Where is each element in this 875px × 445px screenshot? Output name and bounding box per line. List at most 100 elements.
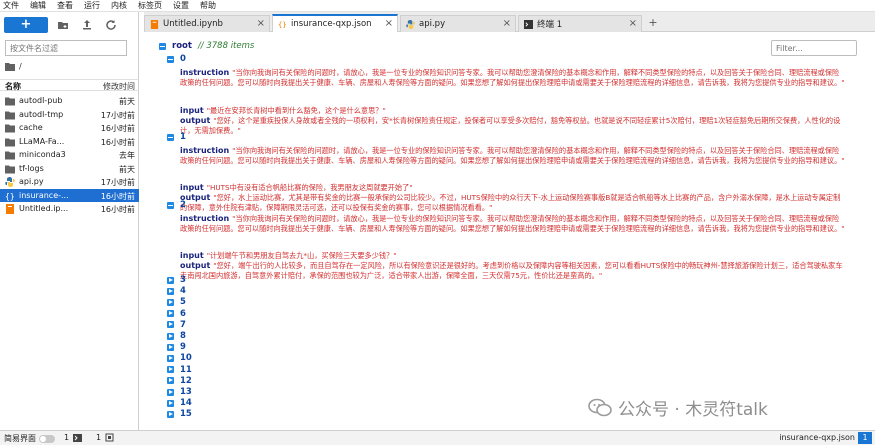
expand-toggle-icon[interactable]	[167, 343, 174, 351]
file-name: autodl-pub	[19, 96, 63, 105]
tab-document[interactable]: {} insurance-qxp.json ×	[272, 14, 398, 32]
file-name: api.py	[19, 177, 44, 186]
json-array-item[interactable]: 15	[167, 409, 192, 419]
file-list-item[interactable]: miniconda3 去年	[0, 148, 139, 162]
expand-toggle-icon[interactable]	[167, 332, 174, 340]
json-array-item[interactable]: 13	[167, 387, 192, 397]
new-launcher-button[interactable]: +	[4, 17, 48, 33]
json-root-node[interactable]: root // 3788 items	[159, 41, 254, 51]
tab-label: insurance-qxp.json	[291, 19, 372, 29]
tab-document[interactable]: api.py ×	[400, 15, 516, 32]
json-array-item[interactable]: 3	[167, 275, 186, 285]
status-file-name: insurance-qxp.json	[779, 433, 855, 442]
close-tab-icon[interactable]: ×	[385, 18, 393, 29]
kernel-count[interactable]: 1	[96, 433, 114, 442]
file-list-item[interactable]: cache 16小时前	[0, 121, 139, 135]
json-array-item[interactable]: 5	[167, 297, 186, 307]
menu-item[interactable]: 文件	[3, 0, 19, 12]
tab-document[interactable]: 终端 1 ×	[518, 15, 642, 32]
field-value: "计划端午节和男朋友自驾去九*山，买保险三天要多少钱？"	[206, 251, 397, 260]
expand-toggle-icon[interactable]	[167, 133, 174, 141]
json-field-output[interactable]: output "您好，水上运动比赛，尤其是带有奖金的比赛一般承保的公司比较少。不过…	[180, 193, 845, 213]
simple-mode-toggle[interactable]: 简易界面	[4, 433, 55, 444]
json-field-instruction[interactable]: instruction "当你向我询问有关保险的问题时，请放心，我是一位专业的保险…	[180, 214, 845, 234]
expand-toggle-icon[interactable]	[167, 201, 174, 209]
expand-toggle-icon[interactable]	[167, 399, 174, 407]
json-field-input[interactable]: input "最近在安邦长青树中看到什么豁免，这个是什么意思？"	[180, 106, 845, 116]
field-key: instruction	[180, 68, 230, 77]
field-key: input	[180, 106, 204, 115]
refresh-icon[interactable]	[104, 18, 118, 32]
menu-item[interactable]: 内核	[111, 0, 127, 12]
expand-toggle-icon[interactable]	[167, 321, 174, 329]
json-field-output[interactable]: output "您好，这个是重疾投保人身故或者全残的一项权利，安*长青树保险责任规…	[180, 116, 845, 136]
toggle-switch[interactable]	[39, 434, 55, 443]
menu-item[interactable]: 查看	[57, 0, 73, 12]
file-list-item[interactable]: autodl-pub 前天	[0, 94, 139, 108]
close-tab-icon[interactable]: ×	[257, 18, 265, 29]
menu-item[interactable]: 标签页	[138, 0, 162, 12]
array-index: 12	[180, 375, 192, 386]
json-filter-input[interactable]	[771, 40, 857, 56]
breadcrumb-root[interactable]: /	[19, 62, 22, 71]
file-list-item[interactable]: autodl-tmp 17小时前	[0, 108, 139, 122]
expand-toggle-icon[interactable]	[167, 298, 174, 306]
field-value: "当你向我询问有关保险的问题时，请放心，我是一位专业的保险知识问答专家。我可以帮…	[180, 214, 845, 233]
json-array-item[interactable]: 7	[167, 320, 186, 330]
expand-toggle-icon[interactable]	[167, 354, 174, 362]
new-folder-icon[interactable]	[56, 18, 70, 32]
file-list-item[interactable]: tf-logs 前天	[0, 162, 139, 176]
file-list-item[interactable]: {} insurance-... 16小时前	[0, 188, 139, 202]
add-tab-button[interactable]: +	[647, 17, 659, 29]
expand-toggle-icon[interactable]	[167, 287, 174, 295]
expand-toggle-icon[interactable]	[167, 377, 174, 385]
close-tab-icon[interactable]: ×	[629, 18, 637, 29]
json-field-instruction[interactable]: instruction "当你向我询问有关保险的问题时，请放心，我是一位专业的保险…	[180, 68, 845, 88]
json-array-item[interactable]: 4	[167, 286, 186, 296]
json-field-instruction[interactable]: instruction "当你向我询问有关保险的问题时，请放心，我是一位专业的保险…	[180, 146, 845, 166]
column-modified-header[interactable]: 修改时间	[103, 81, 135, 92]
json-array-item[interactable]: 2	[167, 200, 186, 210]
expand-toggle-icon[interactable]	[167, 388, 174, 396]
folder-icon[interactable]	[5, 62, 15, 71]
file-list-item[interactable]: LLaMA-Fa... 16小时前	[0, 135, 139, 149]
menu-item[interactable]: 帮助	[200, 0, 216, 12]
expand-toggle-icon[interactable]	[167, 366, 174, 374]
json-viewer: root // 3788 items 0instruction"当你向我询问有关…	[144, 33, 864, 430]
json-field-input[interactable]: input "计划端午节和男朋友自驾去九*山，买保险三天要多少钱？"	[180, 251, 845, 261]
tab-document[interactable]: Untitled.ipynb ×	[144, 15, 270, 32]
column-name-header[interactable]: 名称	[5, 81, 21, 92]
expand-toggle-icon[interactable]	[167, 410, 174, 418]
json-array-item[interactable]: 10	[167, 353, 192, 363]
json-array-item[interactable]: 12	[167, 376, 192, 386]
json-array-item[interactable]: 14	[167, 398, 192, 408]
json-field-output[interactable]: output "您好，端午出行的人比较多，而且自驾存在一定风险，所以有保险意识还是…	[180, 261, 845, 281]
notification-count[interactable]: 1	[858, 432, 872, 444]
upload-icon[interactable]	[80, 18, 94, 32]
menu-item[interactable]: 设置	[173, 0, 189, 12]
expand-toggle-icon[interactable]	[167, 55, 174, 63]
notebook-file-icon	[150, 19, 159, 29]
json-array-item[interactable]: 0	[167, 54, 186, 64]
file-list-item[interactable]: api.py 17小时前	[0, 175, 139, 189]
file-filter-input[interactable]	[5, 40, 127, 56]
array-index: 11	[180, 364, 192, 375]
json-field-input[interactable]: input "HUTS中有没有适合帆船比赛的保险，我男朋友这周就要开始了"	[180, 183, 845, 193]
json-array-item[interactable]: 6	[167, 309, 186, 319]
terminal-icon	[73, 433, 83, 442]
array-index: 4	[180, 286, 186, 297]
menu-item[interactable]: 编辑	[30, 0, 46, 12]
jupyterlab-window: 文件编辑查看运行内核标签页设置帮助 + / 名称 修改时间 autodl-pub…	[0, 0, 875, 445]
wechat-logo-icon	[588, 398, 612, 416]
collapse-toggle-icon[interactable]	[159, 42, 166, 50]
menu-item[interactable]: 运行	[84, 0, 100, 12]
terminal-count[interactable]: 1	[64, 433, 83, 442]
expand-toggle-icon[interactable]	[167, 276, 174, 284]
expand-toggle-icon[interactable]	[167, 310, 174, 318]
json-array-item[interactable]: 1	[167, 132, 186, 142]
json-array-item[interactable]: 11	[167, 365, 192, 375]
close-tab-icon[interactable]: ×	[503, 18, 511, 29]
json-array-item[interactable]: 8	[167, 331, 186, 341]
json-array-item[interactable]: 9	[167, 342, 186, 352]
file-list-item[interactable]: Untitled.ip... 16小时前	[0, 202, 139, 216]
